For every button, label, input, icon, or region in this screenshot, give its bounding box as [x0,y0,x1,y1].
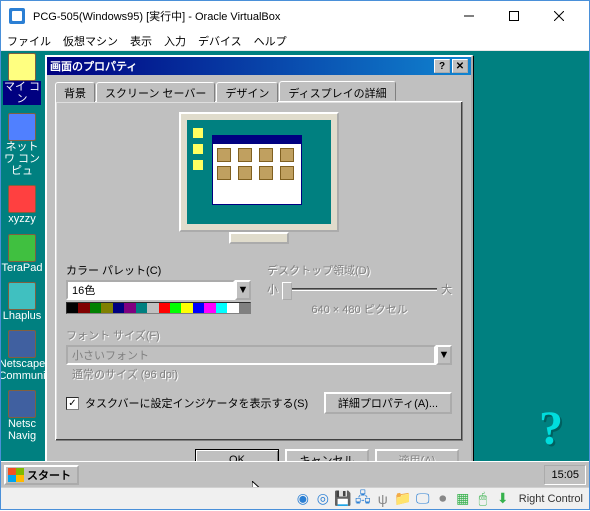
menu-help[interactable]: ヘルプ [254,33,287,49]
host-key-label[interactable]: Right Control [519,493,583,505]
tab-screensaver[interactable]: スクリーン セーバー [96,82,215,102]
cpu-icon[interactable]: ▦ [455,491,471,507]
recording-icon[interactable]: ⏺ [435,491,451,507]
chevron-down-icon: ▼ [436,345,452,365]
desktop-area-label: デスクトップ領域(D) [267,262,452,278]
dialog-help-button[interactable]: ? [434,59,450,73]
icon-mycomputer[interactable]: マイ コン [3,53,41,105]
hdd-icon[interactable]: ◉ [295,491,311,507]
dialog-title: 画面のプロパティ [50,58,432,74]
icon-netscape-comm[interactable]: Netscape Communi [3,330,41,382]
color-palette-value[interactable] [66,280,235,300]
display-icon[interactable]: 🖵 [415,491,431,507]
tab-display[interactable]: ディスプレイの詳細 [279,81,395,101]
menu-file[interactable]: ファイル [7,33,51,49]
tray-clock: 15:05 [551,469,579,481]
system-tray[interactable]: 15:05 [544,465,586,485]
virtualbox-window: PCG-505(Windows95) [実行中] - Oracle Virtua… [0,0,590,510]
start-label: スタート [27,467,71,483]
floppy-icon[interactable]: 💾 [335,491,351,507]
dialog-close-button[interactable]: ✕ [452,59,468,73]
optical-icon[interactable]: ◎ [315,491,331,507]
desktop-area-group: デスクトップ領域(D) 小 大 640 × 480 ピクセル [267,262,452,317]
guest-desktop[interactable]: マイ コン ネットワ コンピュ xyzzy TeraPad Lhaplus Ne… [1,51,589,487]
start-button[interactable]: スタート [4,465,79,485]
color-palette-group: カラー パレット(C) ▼ [66,262,251,317]
icon-netscape-nav[interactable]: Netsc Navig [3,390,41,442]
dialog-titlebar[interactable]: 画面のプロパティ ? ✕ [47,57,471,75]
question-mark-icon: ? [539,401,563,456]
icon-terapad[interactable]: TeraPad [3,234,41,274]
vbox-statusbar: ◉ ◎ 💾 🖧 ψ 📁 🖵 ⏺ ▦ 🖱 ⬇ Right Control [1,487,589,509]
color-palette-label: カラー パレット(C) [66,262,251,278]
shared-folder-icon[interactable]: 📁 [395,491,411,507]
advanced-properties-button[interactable]: 詳細プロパティ(A)... [324,392,452,414]
monitor-preview [169,112,349,252]
font-size-value [66,345,436,365]
menubar: ファイル 仮想マシン 表示 入力 デバイス ヘルプ [1,31,589,51]
usb-icon[interactable]: ψ [375,491,391,507]
icon-network[interactable]: ネットワ コンピュ [3,113,41,177]
tab-strip: 背景 スクリーン セーバー デザイン ディスプレイの詳細 [55,81,463,101]
hostkey-arrow-icon: ⬇ [495,491,511,507]
win95-taskbar: スタート 15:05 [1,461,589,487]
icon-lhaplus[interactable]: Lhaplus [3,282,41,322]
window-title: PCG-505(Windows95) [実行中] - Oracle Virtua… [33,8,446,24]
mouse-icon[interactable]: 🖱 [475,491,491,507]
palette-swatches [66,302,251,314]
resolution-text: 640 × 480 ピクセル [267,301,452,317]
menu-machine[interactable]: 仮想マシン [63,33,118,49]
display-properties-dialog: 画面のプロパティ ? ✕ 背景 スクリーン セーバー デザイン ディスプレイの詳… [45,55,473,481]
font-size-label: フォント サイズ(F) [66,327,452,343]
show-indicator-label: タスクバーに設定インジケータを表示する(S) [85,395,308,411]
show-indicator-checkbox[interactable]: ✓ [66,397,79,410]
tab-pane-display: カラー パレット(C) ▼ デスクトップ領域(D) 小 [55,101,463,441]
desktop-icons: マイ コン ネットワ コンピュ xyzzy TeraPad Lhaplus Ne… [3,53,41,442]
win10-titlebar[interactable]: PCG-505(Windows95) [実行中] - Oracle Virtua… [1,1,589,31]
maximize-button[interactable] [491,2,536,30]
slider-large-label: 大 [441,281,452,297]
windows-flag-icon [8,468,24,482]
tab-background[interactable]: 背景 [55,82,95,102]
font-size-sub: 通常のサイズ (96 dpi) [72,366,452,382]
close-button[interactable] [536,2,581,30]
font-size-combo: ▼ [66,345,452,365]
vbox-icon [9,8,25,24]
icon-xyzzy[interactable]: xyzzy [3,185,41,225]
slider-small-label: 小 [267,281,278,297]
tab-design[interactable]: デザイン [216,82,278,102]
resolution-slider[interactable] [282,280,437,300]
menu-devices[interactable]: デバイス [198,33,242,49]
minimize-button[interactable] [446,2,491,30]
menu-view[interactable]: 表示 [130,33,152,49]
chevron-down-icon[interactable]: ▼ [235,280,251,300]
color-palette-combo[interactable]: ▼ [66,280,251,300]
menu-input[interactable]: 入力 [164,33,186,49]
network-icon[interactable]: 🖧 [355,491,371,507]
